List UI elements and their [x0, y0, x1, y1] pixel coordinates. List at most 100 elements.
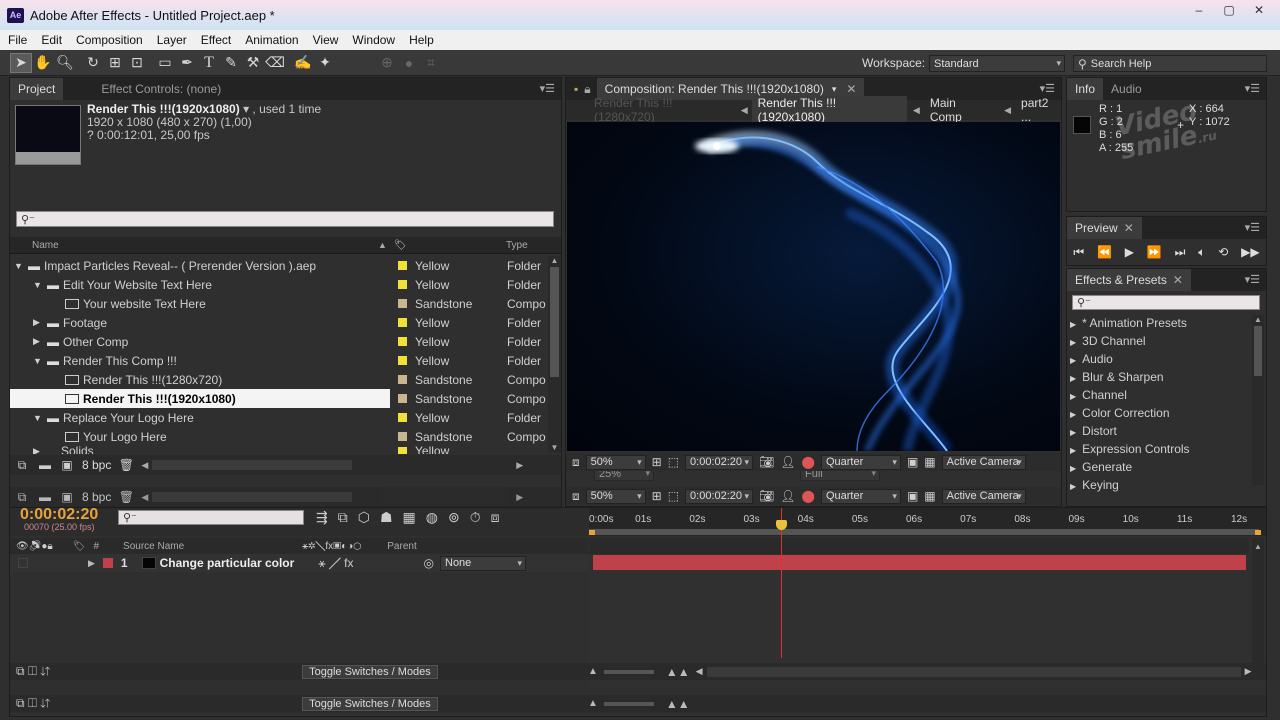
safe-zones-icon[interactable]: ⊞: [652, 455, 662, 469]
video-toggle[interactable]: [18, 558, 28, 568]
menu-edit[interactable]: Edit: [41, 33, 62, 47]
playhead-handle[interactable]: [775, 520, 787, 530]
menu-animation[interactable]: Animation: [245, 33, 298, 47]
tab-effect-controls[interactable]: Effect Controls: (none): [93, 78, 229, 100]
panel-menu-icon[interactable]: ▾☰: [1245, 221, 1260, 234]
previous-frame-icon[interactable]: ⏪: [1097, 245, 1112, 259]
expand-layer-icon[interactable]: ▶: [88, 558, 95, 569]
bit-depth-button[interactable]: 8 bpc: [82, 458, 111, 472]
layer-label-color[interactable]: [102, 558, 113, 568]
zoom-tool-icon[interactable]: 🔍︎: [54, 53, 76, 73]
transparency-grid-icon[interactable]: ▦: [924, 455, 935, 469]
effects-scrollbar[interactable]: ▲: [1252, 315, 1264, 485]
pan-behind-tool-icon[interactable]: ⊡: [126, 53, 148, 73]
zoom-in-icon[interactable]: ▲▲: [666, 665, 690, 679]
tab-audio[interactable]: Audio: [1103, 78, 1150, 100]
project-search-input[interactable]: ⚲⁻: [16, 211, 554, 227]
column-name[interactable]: Name: [32, 240, 59, 251]
effects-category[interactable]: ▶ 3D Channel: [1070, 333, 1254, 351]
magnification-select[interactable]: 50%: [585, 454, 646, 470]
effects-category[interactable]: ▶ Audio: [1070, 351, 1254, 369]
effects-category[interactable]: ▶ Channel: [1070, 387, 1254, 405]
minimize-button[interactable]: –: [1186, 2, 1212, 18]
lock-icon[interactable]: ▪: [574, 82, 578, 96]
effects-category[interactable]: ▶ * Animation Presets: [1070, 315, 1254, 333]
zoom-out-icon[interactable]: ▲: [588, 666, 598, 677]
breadcrumb-item[interactable]: part2 ...: [1021, 96, 1061, 124]
scroll-left-icon[interactable]: ◀: [696, 666, 703, 677]
effects-category[interactable]: ▶ Generate: [1070, 459, 1254, 477]
list-item[interactable]: ▶ ▬ Other Comp Yellow Folder: [10, 332, 546, 351]
effects-category[interactable]: ▶ Distort: [1070, 423, 1254, 441]
new-composition-icon[interactable]: ▣: [56, 458, 78, 472]
maximize-button[interactable]: ▢: [1216, 2, 1242, 18]
list-item[interactable]: Your Logo Here Sandstone Compo: [10, 427, 546, 446]
interpret-footage-icon[interactable]: ⧉: [10, 458, 34, 473]
menu-window[interactable]: Window: [352, 33, 395, 47]
layer-row[interactable]: ▶ 1 Change particular color ⚹ ╱ fx ◎ Non…: [10, 554, 588, 572]
list-item[interactable]: Render This !!!(1280x720) Sandstone Compo: [10, 370, 546, 389]
list-item[interactable]: ▼ ▬ Impact Particles Reveal-- ( Prerender …: [10, 256, 546, 275]
playhead[interactable]: [775, 508, 787, 658]
timeline-scrollbar[interactable]: ▲: [1252, 538, 1264, 678]
tab-preview[interactable]: Preview ✕: [1067, 217, 1142, 239]
hide-shy-layers-icon[interactable]: ☗: [380, 509, 393, 526]
list-item-selected[interactable]: Render This !!!(1920x1080) Sandstone Compo: [10, 389, 546, 408]
tab-effects-presets[interactable]: Effects & Presets ✕: [1067, 269, 1191, 291]
panel-menu-icon[interactable]: ▾☰: [1040, 82, 1055, 95]
graph-editor-icon[interactable]: ⊚: [448, 509, 460, 526]
menu-view[interactable]: View: [313, 33, 339, 47]
composition-mini-flowchart-icon[interactable]: ⇶: [316, 509, 328, 526]
selection-tool-icon[interactable]: ➤: [10, 52, 32, 73]
layer-switches[interactable]: ⚹ ╱ fx: [318, 556, 353, 571]
effects-category[interactable]: ▶ Blur & Sharpen: [1070, 369, 1254, 387]
comp-lock-icon[interactable]: 🔒︎: [584, 82, 590, 97]
resolution-select[interactable]: Quarter: [820, 454, 901, 470]
rectangle-tool-icon[interactable]: ▭: [154, 53, 176, 73]
effects-category[interactable]: ▶ Expression Controls: [1070, 441, 1254, 459]
camera-view-select[interactable]: Active Camera: [941, 454, 1026, 470]
orbit-camera-tool-icon[interactable]: ⊞: [104, 53, 126, 73]
next-frame-icon[interactable]: ⏩: [1147, 245, 1162, 259]
comp-flowchart-icon[interactable]: ⧉ ◫ ⇵: [16, 664, 50, 679]
toggle-switches-modes-button[interactable]: Toggle Switches / Modes: [301, 664, 438, 679]
panel-menu-icon[interactable]: ▾☰: [540, 82, 555, 95]
play-icon[interactable]: ▶: [1125, 245, 1134, 259]
puppet-tool-icon[interactable]: ✦: [314, 53, 336, 73]
time-ruler[interactable]: 0:00s 01s 02s 03s 04s 05s 06s 07s 08s 09s 10s 11s 12…: [589, 508, 1266, 536]
scroll-right-icon[interactable]: ▶: [516, 460, 523, 471]
list-item[interactable]: ▼ ▬ Edit Your Website Text Here Yellow Folde…: [10, 275, 546, 294]
region-of-interest-icon[interactable]: ▣: [907, 455, 918, 469]
roto-brush-tool-icon[interactable]: ✍: [292, 53, 314, 73]
menu-effect[interactable]: Effect: [201, 33, 231, 47]
tab-project[interactable]: Project: [10, 78, 64, 100]
project-scrollbar[interactable]: ▲ ▼: [548, 256, 561, 452]
list-item[interactable]: ▶ ▬ Footage Yellow Folder: [10, 313, 546, 332]
effects-category[interactable]: ▶ Keying: [1070, 477, 1254, 495]
snapshot-camera-icon[interactable]: 📷︎: [759, 455, 774, 469]
brainstorm-icon[interactable]: ⏱: [470, 509, 481, 526]
column-source-name[interactable]: Source Name: [123, 541, 184, 552]
work-area-start[interactable]: [589, 530, 595, 535]
menu-layer[interactable]: Layer: [157, 33, 187, 47]
draft-3d-icon[interactable]: ⬡: [358, 509, 370, 526]
type-tool-icon[interactable]: T: [198, 53, 220, 73]
first-frame-icon[interactable]: ⏮: [1073, 245, 1084, 260]
new-folder-icon[interactable]: ▬: [34, 458, 56, 472]
eraser-tool-icon[interactable]: ⌫: [264, 53, 286, 73]
timeline-search-input[interactable]: ⚲⁻: [118, 510, 304, 525]
tab-info[interactable]: Info: [1067, 78, 1104, 100]
always-preview-icon[interactable]: ⧈: [572, 455, 580, 470]
menu-help[interactable]: Help: [409, 33, 434, 47]
current-time-field[interactable]: 0:00:02:20: [685, 454, 754, 470]
effects-search-input[interactable]: ⚲⁻: [1072, 295, 1260, 310]
list-item[interactable]: ▶ Solids Yellow: [10, 446, 546, 454]
loop-icon[interactable]: ⟲: [1218, 245, 1228, 259]
show-snapshot-icon[interactable]: 👤︎: [780, 455, 795, 469]
pen-tool-icon[interactable]: ✒: [176, 53, 198, 73]
scroll-left-icon[interactable]: ◀: [141, 460, 148, 471]
breadcrumb-item[interactable]: Render This !!!(1280x720): [594, 96, 731, 124]
close-button[interactable]: ✕: [1246, 2, 1272, 18]
trash-icon[interactable]: 🗑︎: [111, 458, 141, 472]
search-help-field[interactable]: ⚲ Search Help: [1073, 55, 1267, 72]
